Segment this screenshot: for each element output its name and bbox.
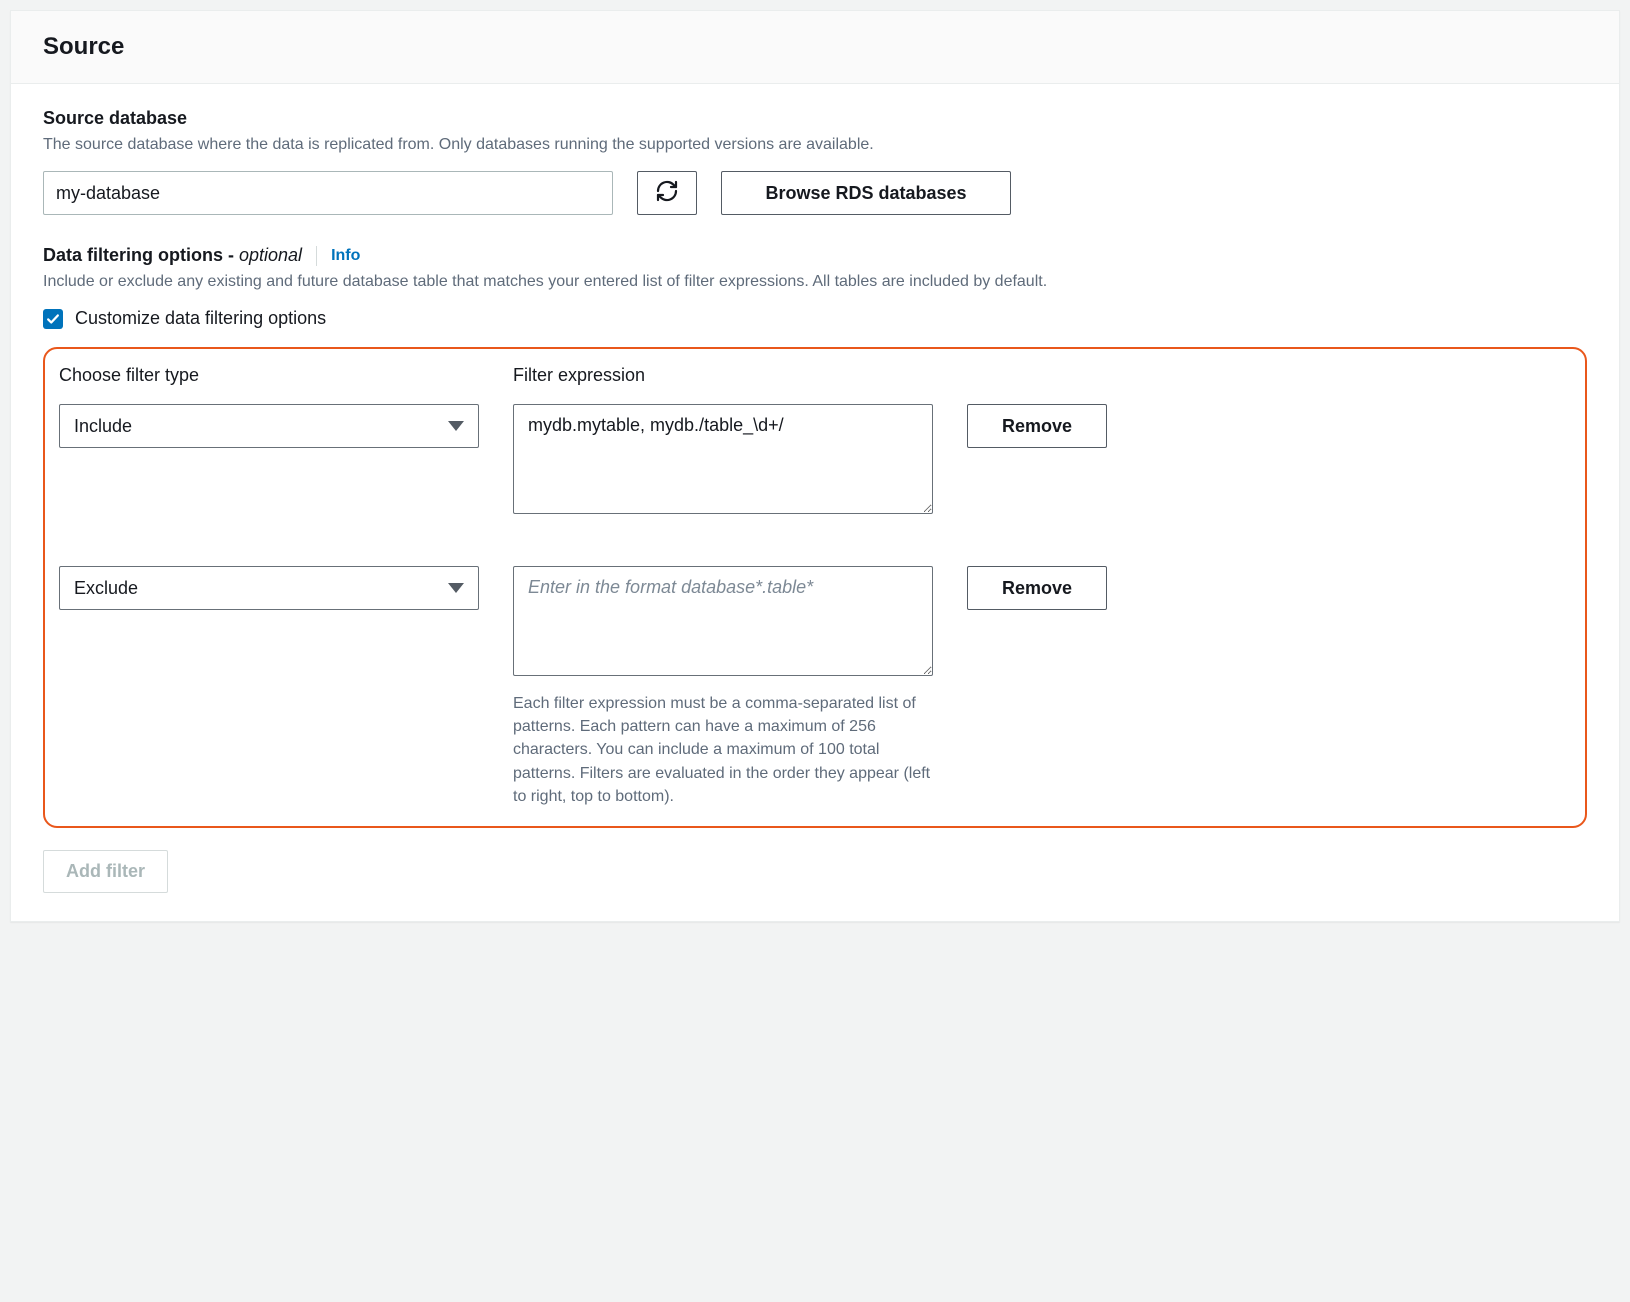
customize-checkbox[interactable] <box>43 309 63 329</box>
filtering-description: Include or exclude any existing and futu… <box>43 270 1587 294</box>
refresh-button[interactable] <box>637 171 697 215</box>
source-panel: Source Source database The source databa… <box>10 10 1620 922</box>
remove-filter-button-0[interactable]: Remove <box>967 404 1107 448</box>
filtering-title-row: Data filtering options - optional Info <box>43 245 1587 266</box>
filter-expression-input-0[interactable] <box>513 404 933 514</box>
filter-highlight-box: Choose filter type Filter expression Inc… <box>43 347 1587 828</box>
filtering-title-prefix: Data filtering options - <box>43 245 239 265</box>
column-header-type: Choose filter type <box>59 365 479 386</box>
filter-type-select-0[interactable]: Include <box>59 404 479 448</box>
source-database-input[interactable] <box>43 171 613 215</box>
refresh-icon <box>655 179 679 208</box>
browse-rds-button[interactable]: Browse RDS databases <box>721 171 1011 215</box>
source-database-description: The source database where the data is re… <box>43 133 1587 157</box>
filtering-title: Data filtering options - optional <box>43 245 302 266</box>
data-filtering-section: Data filtering options - optional Info I… <box>43 245 1587 893</box>
filter-type-value-0: Include <box>74 416 132 437</box>
column-header-expression: Filter expression <box>513 365 933 386</box>
chevron-down-icon <box>448 583 464 593</box>
chevron-down-icon <box>448 421 464 431</box>
filter-grid: Choose filter type Filter expression Inc… <box>59 365 1571 808</box>
customize-checkbox-label: Customize data filtering options <box>75 308 326 329</box>
filter-expression-hint: Each filter expression must be a comma-s… <box>513 692 933 808</box>
info-link[interactable]: Info <box>331 247 360 265</box>
filter-type-select-1[interactable]: Exclude <box>59 566 479 610</box>
add-filter-button[interactable]: Add filter <box>43 850 168 893</box>
panel-title: Source <box>43 33 1587 61</box>
panel-body: Source database The source database wher… <box>11 84 1619 921</box>
panel-header: Source <box>11 11 1619 84</box>
divider <box>316 246 317 266</box>
source-database-row: Browse RDS databases <box>43 171 1587 215</box>
source-database-label: Source database <box>43 108 1587 129</box>
customize-checkbox-row: Customize data filtering options <box>43 308 1587 329</box>
filter-expression-input-1[interactable] <box>513 566 933 676</box>
remove-filter-button-1[interactable]: Remove <box>967 566 1107 610</box>
source-database-section: Source database The source database wher… <box>43 108 1587 215</box>
filtering-title-optional: optional <box>239 245 302 265</box>
filter-type-value-1: Exclude <box>74 578 138 599</box>
